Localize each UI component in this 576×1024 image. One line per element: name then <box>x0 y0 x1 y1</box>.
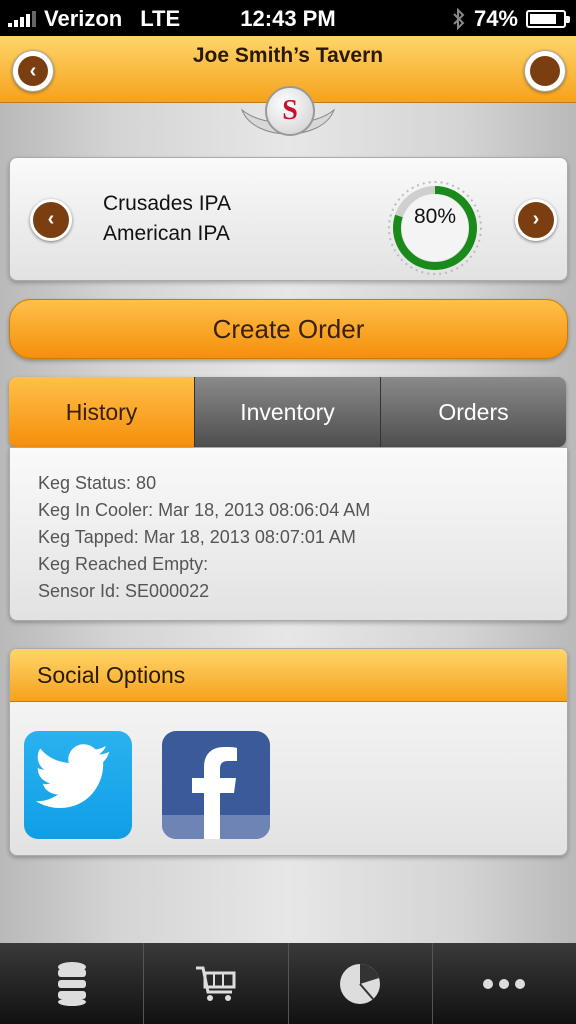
twitter-icon <box>36 744 110 808</box>
chevron-left-icon: ‹ <box>47 208 55 230</box>
sensor-id: Sensor Id: SE000022 <box>38 581 210 601</box>
chevron-left-icon: ‹ <box>18 56 48 86</box>
facebook-icon <box>192 747 237 839</box>
facebook-button[interactable] <box>162 731 270 839</box>
keg-level-label: 80% <box>413 205 457 228</box>
keg-status: Keg Status: 80 <box>38 473 157 493</box>
battery-percent: 74% <box>473 6 518 31</box>
tab-orders[interactable]: Orders <box>380 377 566 447</box>
tab-bar: History Inventory Orders <box>9 377 566 447</box>
history-panel: Keg Status: 80 Keg In Cooler: Mar 18, 20… <box>9 447 568 621</box>
beer-name: Crusades IPA <box>103 192 231 215</box>
back-button[interactable]: ‹ <box>12 50 54 92</box>
social-header: Social Options <box>10 649 567 702</box>
beer-style: American IPA <box>103 222 230 245</box>
more-icon <box>483 978 526 989</box>
battery-icon <box>526 10 570 28</box>
tab-more[interactable] <box>431 943 576 1024</box>
tab-cart[interactable] <box>143 943 287 1024</box>
tab-kegs[interactable] <box>0 943 143 1024</box>
tab-inventory[interactable]: Inventory <box>194 377 380 447</box>
keg-icon <box>57 961 86 1006</box>
chevron-right-icon: › <box>532 208 540 230</box>
social-panel: Social Options <box>9 648 568 856</box>
menu-button[interactable] <box>524 50 566 92</box>
bottom-tab-bar <box>0 943 576 1024</box>
next-beer-button[interactable]: › <box>515 199 557 241</box>
twitter-button[interactable] <box>24 731 132 839</box>
social-title: Social Options <box>37 662 186 688</box>
status-bar: Verizon LTE 12:43 PM 74% <box>0 0 576 36</box>
pie-chart-icon <box>340 963 381 1004</box>
page-title: Joe Smith’s Tavern <box>192 44 384 67</box>
status-right: 74% <box>452 6 570 32</box>
previous-beer-button[interactable]: ‹ <box>30 199 72 241</box>
keg-in-cooler: Keg In Cooler: Mar 18, 2013 08:06:04 AM <box>38 500 371 520</box>
tab-history[interactable]: History <box>9 377 194 447</box>
bluetooth-icon <box>453 8 465 30</box>
cart-icon <box>195 966 236 1001</box>
keg-reached-empty: Keg Reached Empty: <box>38 554 209 574</box>
tab-reports[interactable] <box>287 943 432 1024</box>
keg-tapped: Keg Tapped: Mar 18, 2013 08:07:01 AM <box>38 527 356 547</box>
dot-icon <box>530 56 560 86</box>
app-logo: S <box>265 86 315 136</box>
create-order-button[interactable]: Create Order <box>9 299 568 359</box>
